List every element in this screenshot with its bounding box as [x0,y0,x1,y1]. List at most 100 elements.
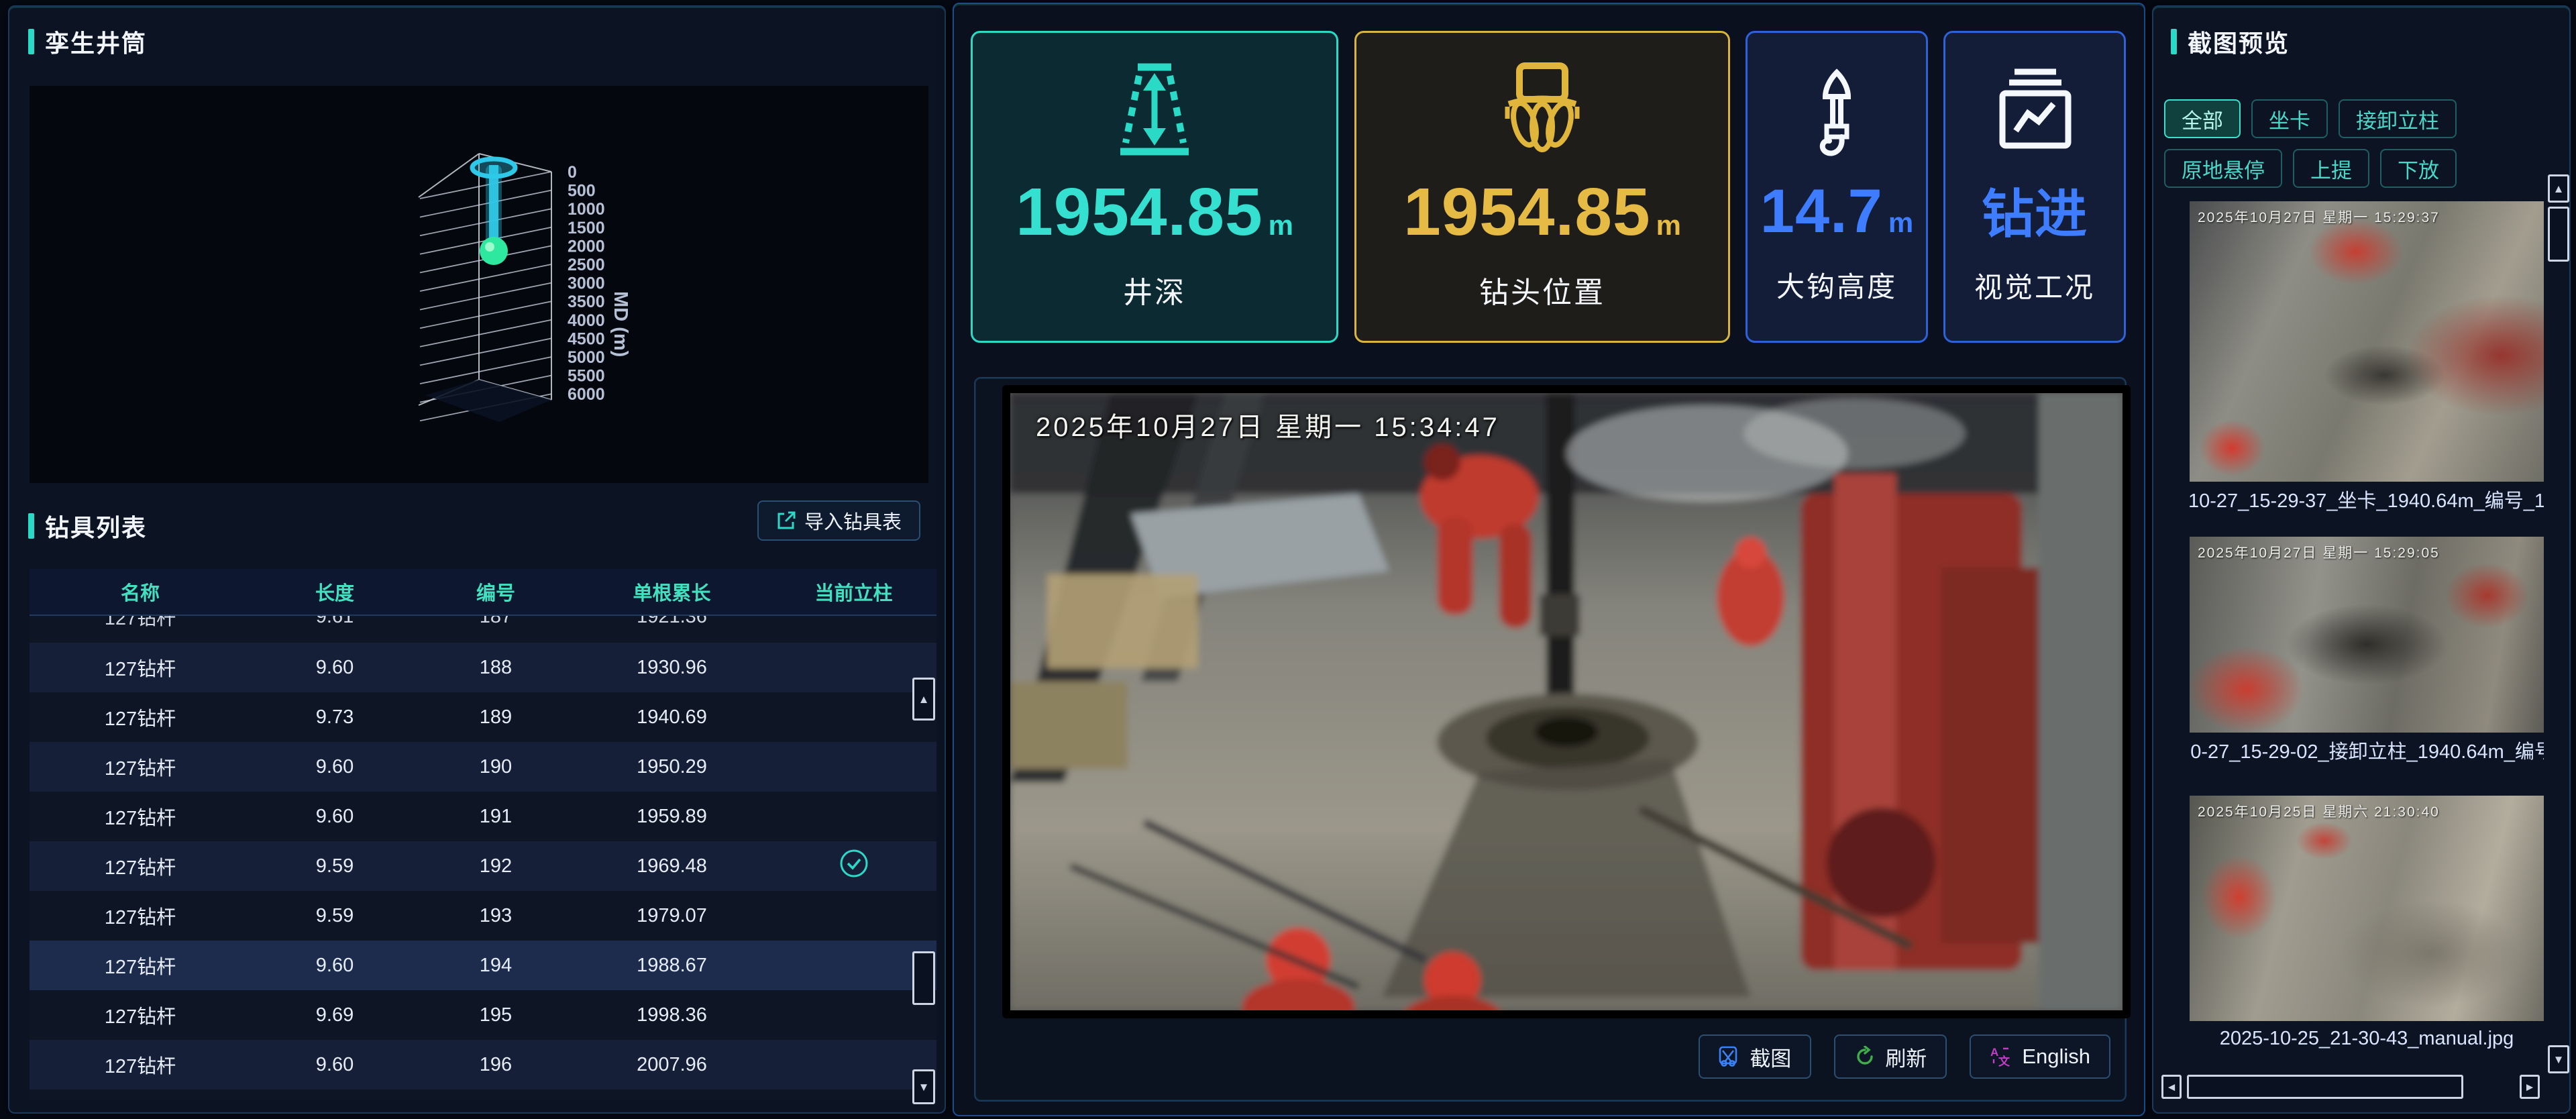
title-accent-bar [28,29,34,54]
cell-number: 193 [419,905,573,927]
thumbnail-caption: 2025-10-25_21-30-43_manual.jpg [2190,1021,2544,1056]
wellbore-3d-plot: 0500100015002000250030003500400045005000… [378,90,687,479]
rig-floor-scene [1010,393,2123,1010]
thumbnail-photo[interactable]: 2025年10月25日 星期六 21:30:40 [2190,796,2544,1021]
title-accent-bar [28,513,34,539]
language-toggle-button[interactable]: A 文 English [1970,1034,2110,1079]
table-row-partial[interactable]: 127钻杆 9.61 187 1921.36 [30,616,936,643]
axis-tick: 500 [568,182,596,201]
table-row[interactable]: 127钻杆 9.59 193 1979.07 [30,891,936,941]
language-button-label: English [2022,1045,2090,1069]
cell-name: 127钻杆 [30,951,251,979]
table-row[interactable]: 127钻杆 9.60 188 1930.96 [30,643,936,692]
cell-length: 9.60 [251,657,419,679]
filter-chip[interactable]: 原地悬停 [2164,149,2282,188]
cell-number: 196 [419,1054,573,1076]
thumbnail-caption: 10-27_15-29-02_接卸立柱_1940.64m_编号 [2190,733,2544,767]
col-length: 长度 [251,578,419,606]
thumbnail-photo[interactable]: 2025年10月27日 星期一 15:29:37 [2190,201,2544,482]
cell-length: 9.60 [251,806,419,828]
cell-cumulative: 1988.67 [573,955,771,977]
filter-chip[interactable]: 坐卡 [2251,99,2328,138]
cell-length: 9.60 [251,756,419,778]
table-scrollbar-thumb[interactable] [912,951,935,1005]
thumbnail-timestamp: 2025年10月25日 星期六 21:30:40 [2198,801,2440,821]
drill-table-body: 127钻杆 9.60 188 1930.96 127钻杆 9.73 189 19… [30,643,936,1089]
current-stand-check-icon [839,849,869,878]
col-name: 名称 [30,578,251,606]
thumb-scrollbar-thumb[interactable] [2548,207,2569,262]
thumbnail-timestamp: 2025年10月27日 星期一 15:29:05 [2198,542,2440,562]
caption-scrollbar-left-arrow[interactable]: ◄ [2161,1075,2182,1099]
cell-length: 9.59 [251,855,419,877]
cell-number: 192 [419,855,573,877]
wellbore-3d-view[interactable]: 0500100015002000250030003500400045005000… [30,86,928,483]
screenshot-preview-title: 截图预览 [2171,24,2290,59]
cell-name: 127钻杆 [30,802,251,831]
screenshot-thumbnail[interactable]: 2025年10月27日 星期一 15:29:37 10-27_15-29-37_… [2190,201,2544,517]
table-row[interactable]: 127钻杆 9.60 190 1950.29 [30,742,936,792]
visual-condition-label: 视觉工况 [1974,265,2095,306]
thumbnail-photo[interactable]: 2025年10月27日 星期一 15:29:05 [2190,537,2544,733]
refresh-button[interactable]: 刷新 [1834,1034,1947,1079]
table-row[interactable]: 127钻杆 9.59 192 1969.48 [30,841,936,891]
well-depth-card: 1954.85 m 井深 [971,31,1338,343]
table-row[interactable]: 127钻杆 9.69 195 1998.36 [30,990,936,1040]
caption-scrollbar-thumb[interactable] [2187,1075,2463,1099]
filter-chip[interactable]: 接卸立柱 [2339,99,2457,138]
cell-number: 191 [419,806,573,828]
cell-cumulative: 1998.36 [573,1004,771,1026]
hook-height-value: 14.7 [1760,176,1883,247]
cell-cumulative: 1940.69 [573,706,771,729]
md-axis-label: MD (m) [610,291,631,357]
table-scrollbar-up-arrow[interactable]: ▲ [912,678,935,721]
table-row[interactable]: 127钻杆 9.60 191 1959.89 [30,792,936,841]
import-drill-table-button[interactable]: 导入钻具表 [757,500,920,541]
axis-tick: 3000 [568,274,605,293]
caption-scrollbar-right-arrow[interactable]: ► [2520,1075,2540,1099]
table-row[interactable]: 127钻杆 9.60 194 1988.67 [30,941,936,990]
cell-cumulative: 1959.89 [573,806,771,828]
col-cumulative: 单根累长 [573,578,771,606]
refresh-icon [1854,1046,1876,1067]
thumb-scrollbar-up-arrow[interactable]: ▲ [2548,174,2569,203]
bit-position-unit: m [1656,209,1681,242]
screenshot-button-label: 截图 [1750,1042,1791,1072]
screenshot-thumbnail[interactable]: 2025年10月27日 星期一 15:29:05 10-27_15-29-02_… [2190,537,2544,767]
import-icon [776,511,796,531]
filter-chip[interactable]: 全部 [2164,99,2241,138]
table-scrollbar-down-arrow[interactable]: ▼ [912,1069,935,1104]
screenshot-thumbnail[interactable]: 2025年10月25日 星期六 21:30:40 2025-10-25_21-3… [2190,796,2544,1056]
filter-chip[interactable]: 下放 [2380,149,2457,188]
bit-position-value: 1954.85 [1403,174,1650,251]
cell-length: 9.73 [251,706,419,729]
cell-name: 127钻杆 [30,902,251,930]
cell-length: 9.69 [251,1004,419,1026]
cell-cumulative: 1921.36 [573,616,771,628]
cell-cumulative: 1930.96 [573,657,771,679]
cell-cumulative: 2007.96 [573,1054,771,1076]
hook-height-label: 大钩高度 [1776,264,1897,305]
col-current-stand: 当前立柱 [771,578,936,606]
refresh-button-label: 刷新 [1885,1042,1927,1072]
screenshot-button[interactable]: 截图 [1699,1034,1811,1079]
well-depth-label: 井深 [1123,268,1186,311]
drill-bit-icon [1502,62,1582,156]
main-monitor-panel: 1954.85 m 井深 1954.85 m [953,3,2145,1116]
thumb-scrollbar-down-arrow[interactable]: ▼ [2548,1045,2569,1073]
translate-icon: A 文 [1990,1045,2012,1068]
table-row[interactable]: 127钻杆 9.73 189 1940.69 [30,692,936,742]
screenshot-preview-title-text: 截图预览 [2188,24,2290,59]
screenshot-preview-panel: 截图预览 全部坐卡接卸立柱原地悬停上提下放 2025年10月27日 星期一 15… [2152,5,2571,1114]
axis-tick: 2500 [568,256,605,274]
col-number: 编号 [419,578,573,606]
screenshot-thumbnail-list: 2025年10月27日 星期一 15:29:37 10-27_15-29-37_… [2190,201,2544,1056]
svg-text:文: 文 [1998,1055,2010,1068]
filter-chip[interactable]: 上提 [2293,149,2369,188]
import-button-label: 导入钻具表 [804,507,902,535]
axis-tick: 1000 [568,200,605,219]
axis-tick: 4500 [568,329,605,348]
axis-tick: 5500 [568,367,605,386]
bit-position-marker [480,237,508,265]
table-row[interactable]: 127钻杆 9.60 196 2007.96 [30,1040,936,1089]
